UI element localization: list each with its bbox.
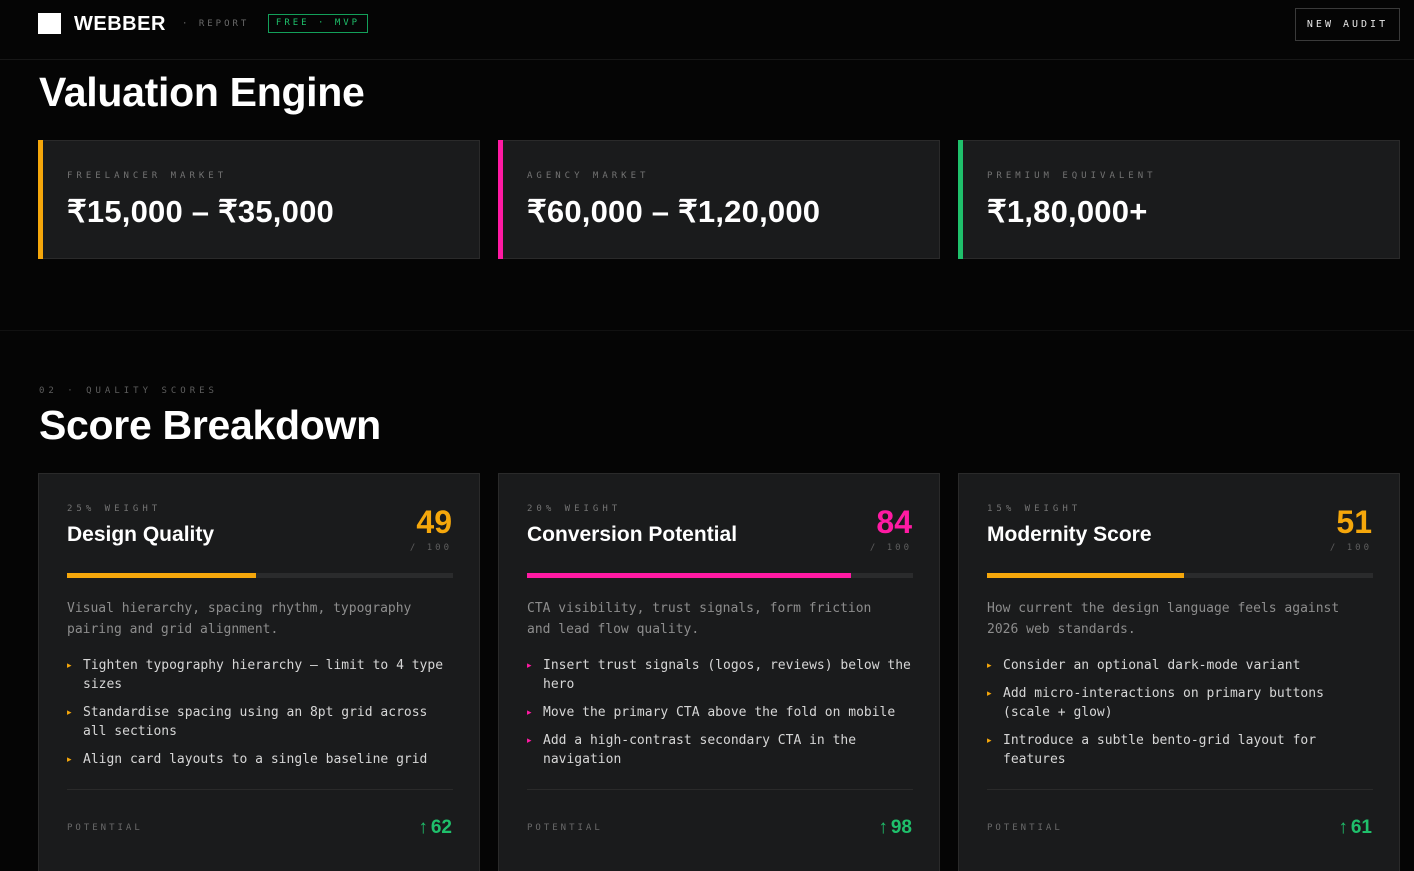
score-progress-fill — [527, 573, 852, 578]
recommendation-text: Tighten typography hierarchy — limit to … — [83, 658, 444, 692]
score-value: 84 — [876, 504, 912, 540]
score-progress-fill — [67, 573, 257, 578]
recommendation-text: Standardise spacing using an 8pt grid ac… — [83, 705, 428, 739]
score-out-of: / 100 — [1329, 543, 1372, 553]
breadcrumb: · REPORT — [182, 19, 250, 29]
card-divider — [987, 789, 1373, 790]
valuation-label: PREMIUM EQUIVALENT — [987, 171, 1157, 181]
recommendation-text: Add micro-interactions on primary button… — [1003, 686, 1324, 720]
arrow-up-icon: ↑ — [1338, 817, 1348, 838]
potential-label: POTENTIAL — [67, 823, 143, 833]
score-description: How current the design language feels ag… — [987, 601, 1340, 637]
triangle-bullet-icon: ▸ — [67, 707, 72, 717]
recommendation-text: Align card layouts to a single baseline … — [83, 752, 428, 767]
list-item: ▸ Consider an optional dark-mode variant — [987, 656, 1377, 675]
card-divider — [527, 789, 913, 790]
valuation-label: FREELANCER MARKET — [67, 171, 228, 181]
score-card-modernity: 15% WEIGHT Modernity Score 51 / 100 How … — [958, 473, 1400, 871]
recommendation-list: ▸ Tighten typography hierarchy — limit to… — [67, 656, 457, 778]
recommendation-text: Consider an optional dark-mode variant — [1003, 658, 1301, 673]
weight-label: 15% WEIGHT — [987, 504, 1082, 514]
score-out-of: / 100 — [409, 543, 452, 553]
triangle-bullet-icon: ▸ — [987, 688, 992, 698]
valuation-title: Valuation Engine — [39, 69, 365, 115]
recommendation-text: Add a high-contrast secondary CTA in the… — [543, 733, 857, 767]
score-progress-track — [987, 573, 1373, 578]
card-accent-bar — [958, 140, 963, 259]
score-name: Conversion Potential — [527, 523, 738, 546]
score-name: Design Quality — [67, 523, 215, 546]
triangle-bullet-icon: ▸ — [527, 660, 532, 670]
recommendation-text: Insert trust signals (logos, reviews) be… — [543, 658, 911, 692]
plan-badge: FREE · MVP — [268, 14, 368, 33]
score-card-design-quality: 25% WEIGHT Design Quality 49 / 100 Visua… — [38, 473, 480, 871]
list-item: ▸ Align card layouts to a single baseline… — [67, 750, 457, 769]
new-audit-button[interactable]: NEW AUDIT — [1295, 8, 1400, 41]
score-breakdown-title: Score Breakdown — [39, 402, 381, 448]
brand-name[interactable]: WEBBER — [74, 13, 166, 35]
card-accent-bar — [498, 140, 503, 259]
score-progress-track — [67, 573, 453, 578]
list-item: ▸ Move the primary CTA above the fold on … — [527, 703, 917, 722]
score-description: CTA visibility, trust signals, form fric… — [527, 601, 872, 637]
arrow-up-icon: ↑ — [418, 817, 428, 838]
list-item: ▸ Add a high-contrast secondary CTA in th… — [527, 731, 917, 769]
card-accent-bar — [38, 140, 43, 259]
square-logo-icon[interactable] — [38, 13, 61, 34]
list-item: ▸ Standardise spacing using an 8pt grid a… — [67, 703, 457, 741]
potential-value: 98 — [890, 817, 912, 838]
potential-score: ↑ 62 — [418, 817, 452, 839]
list-item: ▸ Tighten typography hierarchy — limit to… — [67, 656, 457, 694]
recommendation-list: ▸ Insert trust signals (logos, reviews) b… — [527, 656, 917, 778]
score-progress-fill — [987, 573, 1184, 578]
score-description: Visual hierarchy, spacing rhythm, typogr… — [67, 601, 412, 637]
valuation-amount: ₹60,000 – ₹1,20,000 — [527, 194, 821, 229]
recommendation-text: Move the primary CTA above the fold on m… — [543, 705, 896, 720]
score-out-of: / 100 — [869, 543, 912, 553]
potential-label: POTENTIAL — [987, 823, 1063, 833]
triangle-bullet-icon: ▸ — [67, 660, 72, 670]
section-divider — [0, 330, 1414, 331]
valuation-card-freelancer: FREELANCER MARKET ₹15,000 – ₹35,000 — [38, 140, 480, 259]
triangle-bullet-icon: ▸ — [987, 660, 992, 670]
valuation-card-premium: PREMIUM EQUIVALENT ₹1,80,000+ — [958, 140, 1400, 259]
potential-score: ↑ 98 — [878, 817, 912, 839]
score-value: 49 — [416, 504, 452, 540]
potential-label: POTENTIAL — [527, 823, 603, 833]
score-card-conversion-potential: 20% WEIGHT Conversion Potential 84 / 100… — [498, 473, 940, 871]
top-bar: WEBBER · REPORT FREE · MVP NEW AUDIT — [0, 0, 1414, 48]
valuation-label: AGENCY MARKET — [527, 171, 650, 181]
triangle-bullet-icon: ▸ — [987, 735, 992, 745]
list-item: ▸ Add micro-interactions on primary butto… — [987, 684, 1377, 722]
score-name: Modernity Score — [987, 523, 1152, 546]
weight-label: 25% WEIGHT — [67, 504, 162, 514]
recommendation-text: Introduce a subtle bento-grid layout for… — [1003, 733, 1317, 767]
recommendation-list: ▸ Consider an optional dark-mode variant … — [987, 656, 1377, 778]
valuation-amount: ₹1,80,000+ — [987, 194, 1148, 229]
weight-label: 20% WEIGHT — [527, 504, 622, 514]
card-divider — [67, 789, 453, 790]
header-divider — [0, 59, 1414, 60]
list-item: ▸ Introduce a subtle bento-grid layout fo… — [987, 731, 1377, 769]
list-item: ▸ Insert trust signals (logos, reviews) b… — [527, 656, 917, 694]
triangle-bullet-icon: ▸ — [527, 735, 532, 745]
potential-value: 61 — [1350, 817, 1372, 838]
potential-score: ↑ 61 — [1338, 817, 1372, 839]
score-progress-track — [527, 573, 913, 578]
arrow-up-icon: ↑ — [878, 817, 888, 838]
triangle-bullet-icon: ▸ — [67, 754, 72, 764]
score-value: 51 — [1336, 504, 1372, 540]
triangle-bullet-icon: ▸ — [527, 707, 532, 717]
valuation-amount: ₹15,000 – ₹35,000 — [67, 194, 334, 229]
section-kicker: 02 · QUALITY SCORES — [39, 386, 218, 396]
valuation-card-agency: AGENCY MARKET ₹60,000 – ₹1,20,000 — [498, 140, 940, 259]
potential-value: 62 — [430, 817, 452, 838]
